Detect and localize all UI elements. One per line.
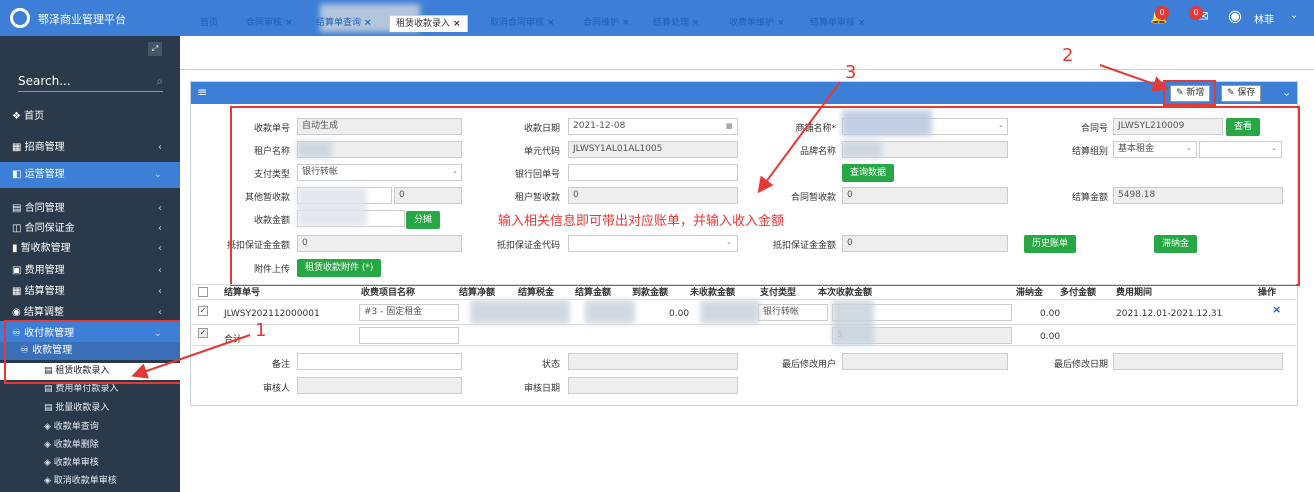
- arrow-2: [1099, 64, 1169, 92]
- arrow-3: [757, 81, 841, 194]
- annotation-arrows: [131, 64, 1169, 379]
- arrow-1: [131, 334, 251, 379]
